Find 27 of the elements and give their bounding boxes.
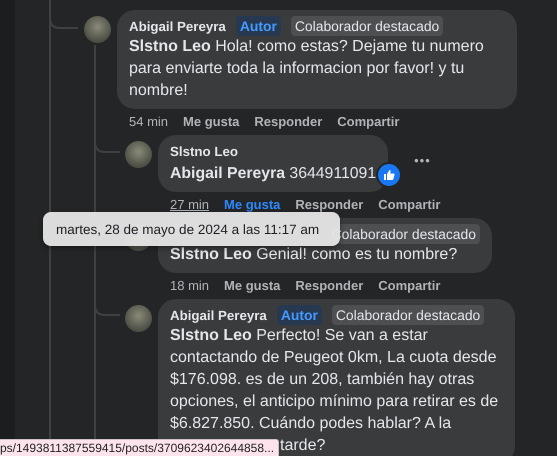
timestamp-link[interactable]: 18 min <box>170 278 210 293</box>
avatar[interactable] <box>125 141 152 168</box>
author-label: Autor <box>236 16 281 36</box>
author-name[interactable]: Slstno Leo <box>170 144 238 158</box>
reply-button[interactable]: Responder <box>254 114 322 129</box>
like-button[interactable]: Me gusta <box>183 114 240 129</box>
more-button[interactable]: ••• <box>414 153 431 192</box>
contributor-label: Colaborador destacado <box>332 305 484 325</box>
comment-text: Slstno Leo Hola! como estas? Dejame tu numero para enviarte toda la informacion por favor! y tu nombre! <box>129 37 485 101</box>
avatar[interactable] <box>125 305 152 332</box>
comment-text: Slstno Leo Genial! como es tu nombre? <box>170 245 458 265</box>
share-button[interactable]: Compartir <box>337 114 400 129</box>
reply-button[interactable]: Responder <box>295 278 364 293</box>
like-button[interactable]: Me gusta <box>224 278 280 293</box>
comment-text: Abigail Pereyra 3644911091 <box>170 164 376 184</box>
reply-button[interactable]: Responder <box>295 197 364 212</box>
contributor-label: Colaborador destacado <box>290 16 444 36</box>
author-label: Autor <box>276 305 322 325</box>
timestamp-link[interactable]: 27 min <box>170 197 210 212</box>
share-button[interactable]: Compartir <box>378 278 440 293</box>
timestamp-link[interactable]: 54 min <box>129 114 168 129</box>
avatar[interactable] <box>84 16 111 43</box>
link-url-status: ps/1493811387559415/posts/3709623402644858... <box>0 439 280 456</box>
like-button[interactable]: Me gusta <box>224 197 280 212</box>
share-button[interactable]: Compartir <box>378 197 440 212</box>
author-name[interactable]: Abigail Pereyra <box>170 308 267 322</box>
author-name[interactable]: Abigail Pereyra <box>129 18 226 34</box>
